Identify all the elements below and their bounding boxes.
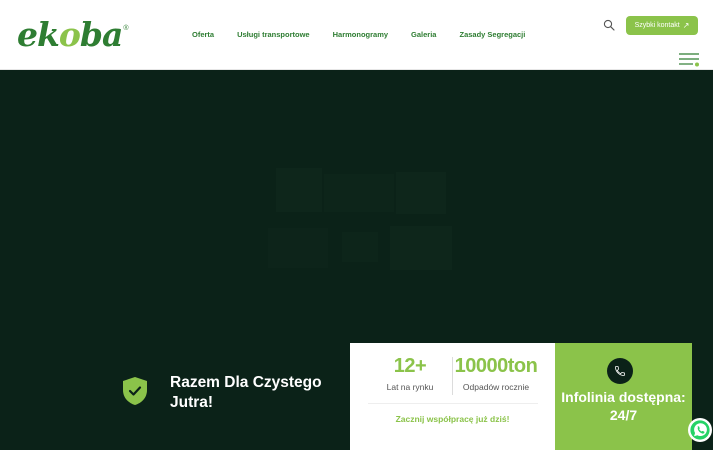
nav-item-zasady-segregacji[interactable]: Zasady Segregacji <box>459 30 525 39</box>
nav-item-galeria[interactable]: Galeria <box>411 30 436 39</box>
stat-value: 10000ton <box>454 355 538 377</box>
hero-section: Razem Dla Czystego Jutra! 12+ Lat na ryn… <box>0 70 713 450</box>
whatsapp-button[interactable] <box>688 418 712 442</box>
hero-background-graphic <box>268 168 452 270</box>
hotline-text: Infolinia dostępna: 24/7 <box>561 389 686 423</box>
arrow-up-right-icon: ↗ <box>682 21 690 30</box>
nav-item-uslugi-transportowe[interactable]: Usługi transportowe <box>237 30 310 39</box>
stat-value: 12+ <box>393 355 427 377</box>
stat-label: Lat na rynku <box>386 382 434 392</box>
phone-icon <box>615 366 625 376</box>
start-cooperation-link[interactable]: Zacznij współpracę już dziś! <box>350 414 555 424</box>
quick-contact-button[interactable]: Szybki kontakt ↗ <box>626 16 698 35</box>
registered-mark: ® <box>123 25 129 32</box>
hero-tagline: Razem Dla Czystego Jutra! <box>122 373 340 413</box>
search-icon[interactable] <box>603 19 615 31</box>
main-nav: Oferta Usługi transportowe Harmonogramy … <box>192 30 548 39</box>
nav-item-harmonogramy[interactable]: Harmonogramy <box>333 30 388 39</box>
stats-separator <box>368 403 538 404</box>
tagline-text: Razem Dla Czystego Jutra! <box>170 374 322 411</box>
phone-icon-badge <box>607 358 633 384</box>
quick-contact-label: Szybki kontakt <box>634 22 680 29</box>
stats-card: 12+ Lat na rynku 10000ton Odpadów roczni… <box>350 343 555 450</box>
stat-label: Odpadów rocznie <box>462 382 530 392</box>
site-header: ekoba ® Oferta Usługi transportowe Harmo… <box>0 0 713 70</box>
ekoba-logo[interactable]: ekoba ® <box>17 17 129 51</box>
stat-years: 12+ Lat na rynku <box>372 355 448 392</box>
logo-wordmark: ekoba <box>17 15 123 54</box>
menu-icon[interactable] <box>679 53 701 67</box>
nav-item-oferta[interactable]: Oferta <box>192 30 214 39</box>
shield-check-icon <box>123 377 147 405</box>
whatsapp-icon <box>690 420 710 440</box>
stat-waste: 10000ton Odpadów rocznie <box>452 355 540 392</box>
hotline-card[interactable]: Infolinia dostępna: 24/7 <box>555 343 692 450</box>
